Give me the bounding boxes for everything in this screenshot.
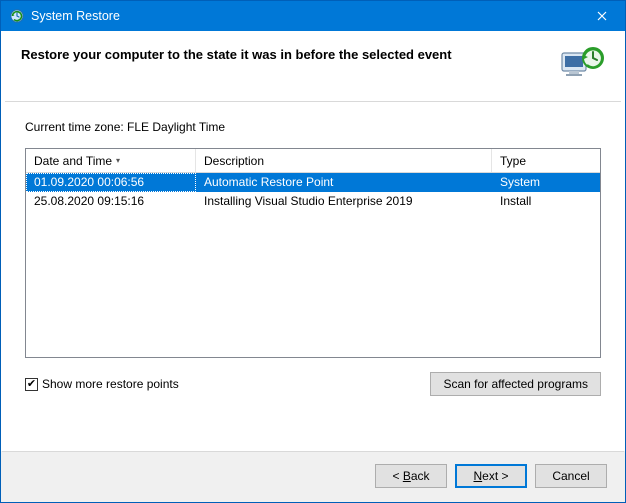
column-header-date-label: Date and Time bbox=[34, 154, 112, 168]
column-header-date[interactable]: Date and Time ▾ bbox=[26, 149, 196, 172]
cell-description: Installing Visual Studio Enterprise 2019 bbox=[196, 192, 492, 211]
cancel-label: Cancel bbox=[552, 469, 589, 483]
checkbox-icon: ✔ bbox=[25, 378, 38, 391]
wizard-footer: < Back Next > Cancel bbox=[1, 452, 625, 502]
restore-point-row[interactable]: 25.08.2020 09:15:16Installing Visual Stu… bbox=[26, 192, 600, 211]
column-header-type-label: Type bbox=[500, 154, 526, 168]
next-button[interactable]: Next > bbox=[455, 464, 527, 488]
list-body: 01.09.2020 00:06:56Automatic Restore Poi… bbox=[26, 173, 600, 357]
wizard-header: Restore your computer to the state it wa… bbox=[1, 31, 625, 95]
scan-affected-button[interactable]: Scan for affected programs bbox=[430, 372, 601, 396]
list-header: Date and Time ▾ Description Type bbox=[26, 149, 600, 173]
cell-type: Install bbox=[492, 192, 600, 211]
column-header-description[interactable]: Description bbox=[196, 149, 492, 172]
content-area: Current time zone: FLE Daylight Time Dat… bbox=[1, 102, 625, 451]
system-restore-icon bbox=[9, 8, 25, 24]
close-button[interactable] bbox=[579, 1, 625, 31]
next-label: Next > bbox=[473, 469, 508, 483]
title-bar: System Restore bbox=[1, 1, 625, 31]
column-header-type[interactable]: Type bbox=[492, 149, 600, 172]
timezone-label: Current time zone: FLE Daylight Time bbox=[25, 120, 601, 134]
show-more-label: Show more restore points bbox=[42, 377, 179, 391]
cell-date: 25.08.2020 09:15:16 bbox=[26, 192, 196, 211]
back-button[interactable]: < Back bbox=[375, 464, 447, 488]
cell-date: 01.09.2020 00:06:56 bbox=[26, 173, 196, 192]
cell-type: System bbox=[492, 173, 600, 192]
column-header-desc-label: Description bbox=[204, 154, 264, 168]
cancel-button[interactable]: Cancel bbox=[535, 464, 607, 488]
restore-hero-icon bbox=[559, 45, 605, 85]
restore-point-row[interactable]: 01.09.2020 00:06:56Automatic Restore Poi… bbox=[26, 173, 600, 192]
sort-desc-icon: ▾ bbox=[116, 156, 120, 165]
restore-points-list[interactable]: Date and Time ▾ Description Type 01.09.2… bbox=[25, 148, 601, 358]
window-title: System Restore bbox=[31, 9, 579, 23]
page-heading: Restore your computer to the state it wa… bbox=[21, 45, 452, 62]
back-label: < Back bbox=[392, 469, 429, 483]
cell-description: Automatic Restore Point bbox=[196, 173, 492, 192]
scan-affected-label: Scan for affected programs bbox=[443, 377, 588, 391]
show-more-checkbox[interactable]: ✔ Show more restore points bbox=[25, 377, 179, 391]
